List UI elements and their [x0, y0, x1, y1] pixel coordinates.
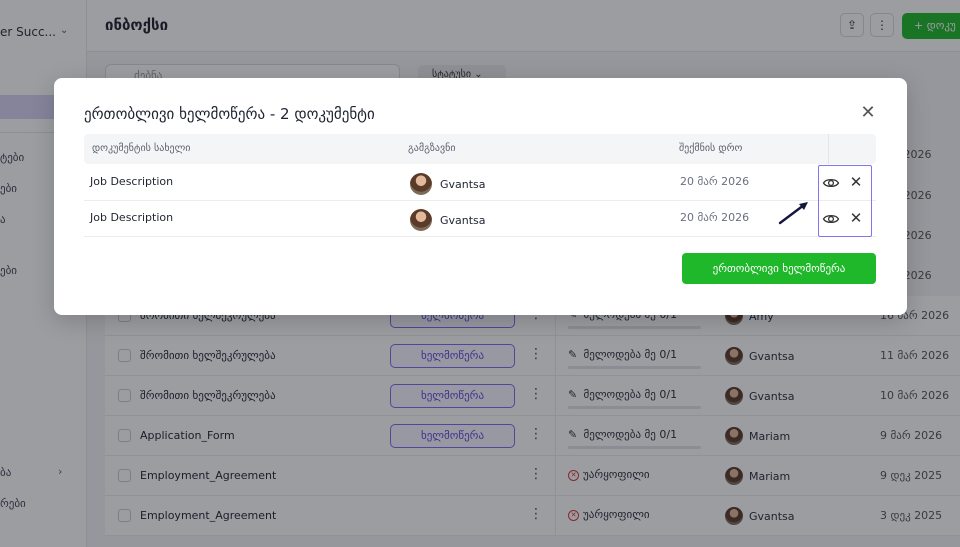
sender: Gvantsa — [410, 209, 486, 231]
created-date: 20 მარ 2026 — [680, 211, 750, 224]
avatar — [410, 173, 432, 195]
column-header-document: დოკუმენტის სახელი — [92, 143, 191, 154]
column-header-created: შექმნის დრო — [679, 143, 743, 154]
table-row: Job Description Gvantsa 20 მარ 2026 ✕ — [84, 165, 876, 201]
sender-name: Gvantsa — [440, 178, 486, 191]
modal-title: ერთობლივი ხელმოწერა - 2 დოკუმენტი — [84, 105, 375, 123]
joint-sign-button[interactable]: ერთობლივი ხელმოწერა — [682, 253, 876, 284]
created-date: 20 მარ 2026 — [680, 175, 750, 188]
close-icon[interactable]: ✕ — [857, 102, 879, 124]
sender: Gvantsa — [410, 173, 486, 195]
column-divider — [828, 134, 829, 164]
arrow-pointer-icon — [778, 202, 808, 225]
documents-table: დოკუმენტის სახელი გამგზავნი შექმნის დრო … — [84, 134, 876, 237]
avatar — [410, 209, 432, 231]
table-header: დოკუმენტის სახელი გამგზავნი შექმნის დრო — [84, 134, 876, 164]
joint-signing-modal: ერთობლივი ხელმოწერა - 2 დოკუმენტი ✕ დოკუ… — [54, 78, 907, 315]
table-row: Job Description Gvantsa 20 მარ 2026 ✕ — [84, 201, 876, 237]
document-name: Job Description — [90, 211, 174, 224]
sender-name: Gvantsa — [440, 214, 486, 227]
document-name: Job Description — [90, 175, 174, 188]
actions-highlight — [818, 165, 872, 237]
column-header-sender: გამგზავნი — [408, 143, 456, 154]
